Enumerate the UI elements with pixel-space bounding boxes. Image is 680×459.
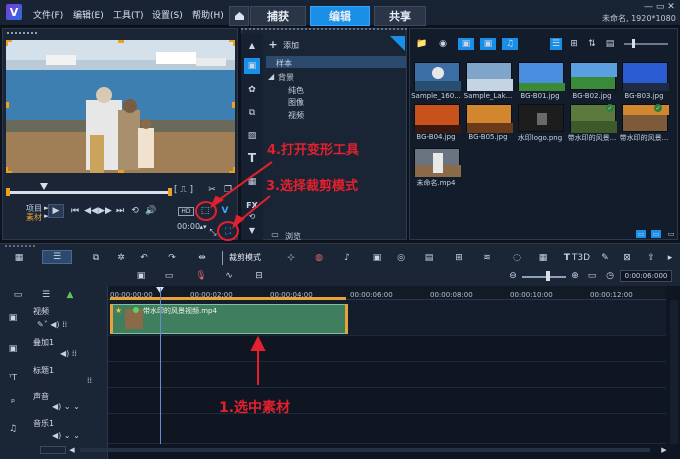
- annotation-arrows: [209, 161, 273, 385]
- arrow-step4: [215, 161, 273, 203]
- app-window: V 文件(F) 编辑(E) 工具(T) 设置(S) 帮助(H) 捕获 编辑 共享…: [0, 0, 680, 459]
